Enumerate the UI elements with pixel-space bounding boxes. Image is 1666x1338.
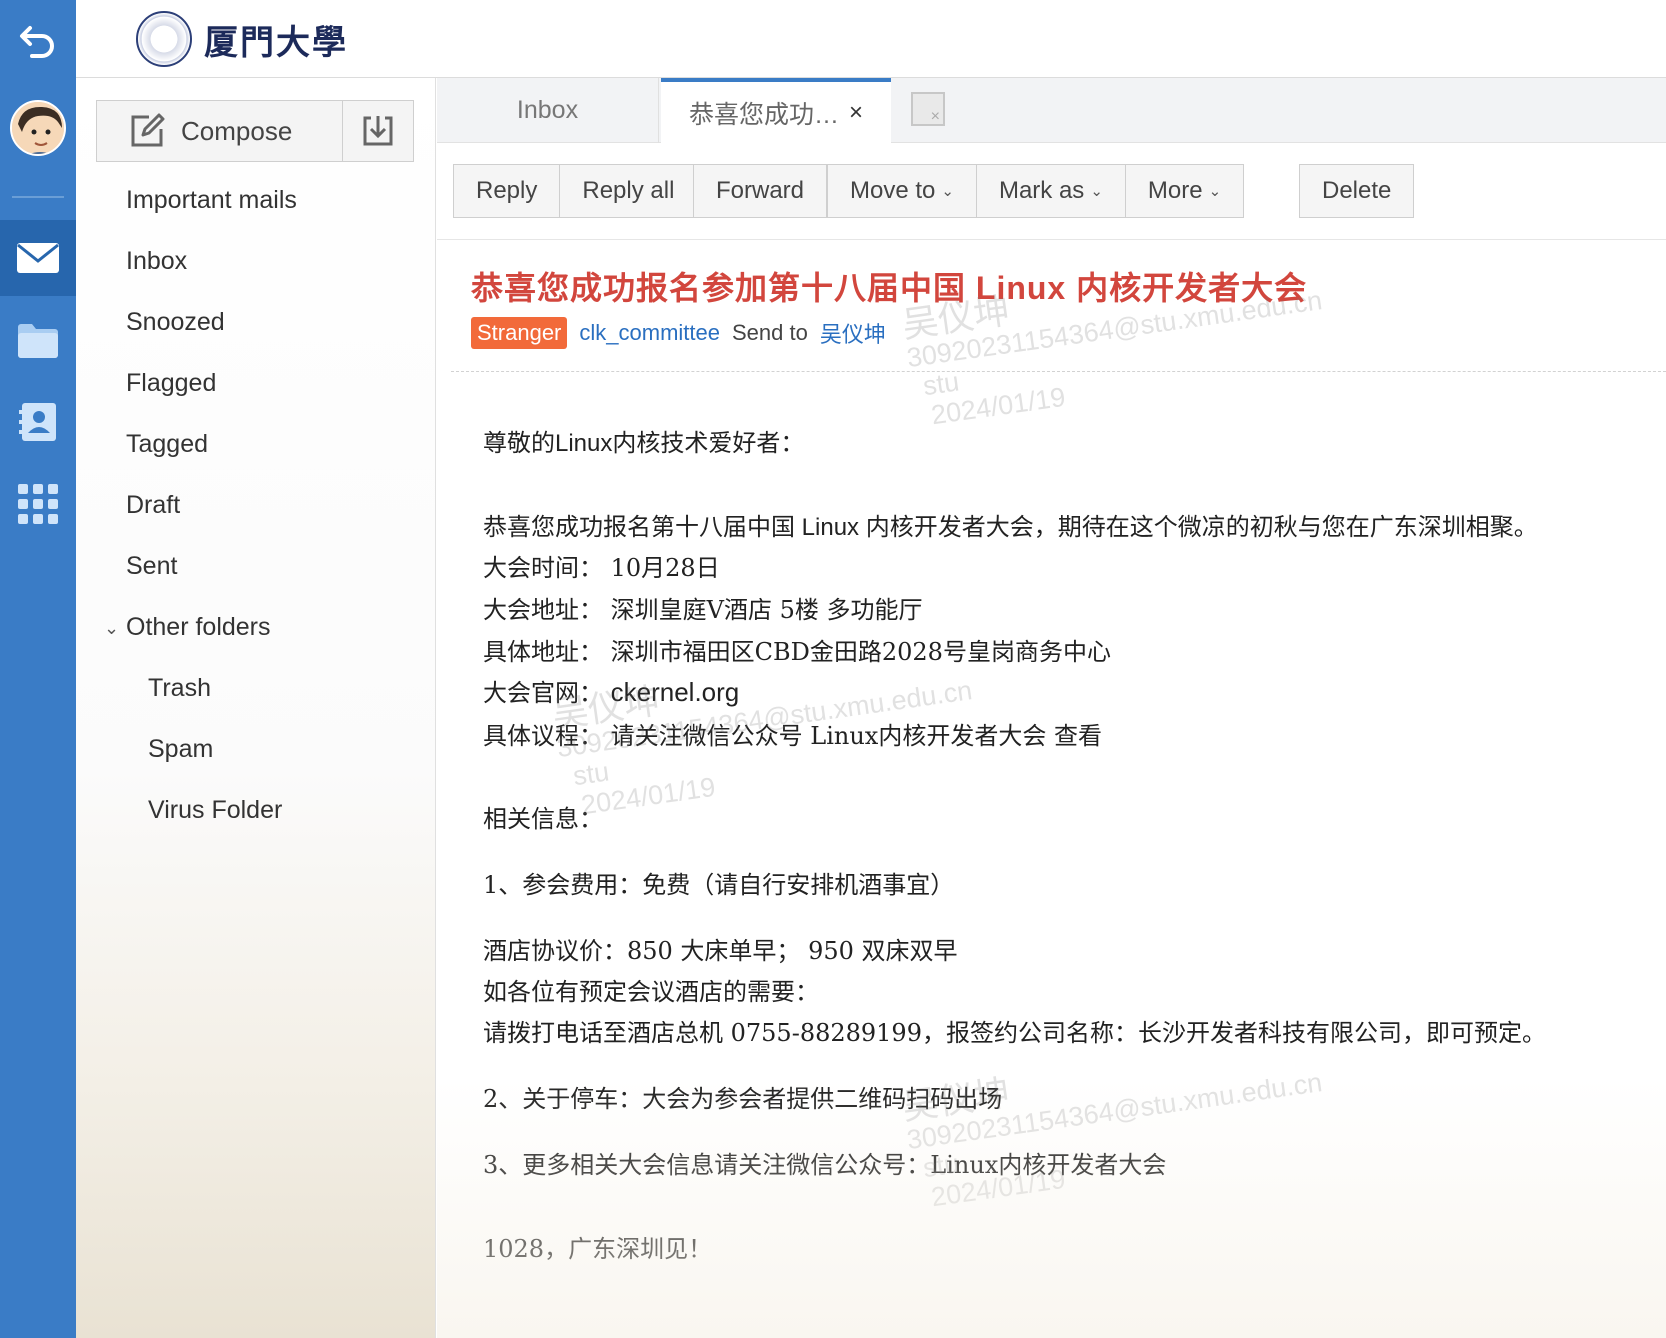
message-meta: Stranger clk_committee Send to 吴仪坤 xyxy=(471,317,886,349)
header-divider xyxy=(451,371,1666,372)
hotel-call-line: 请拨打电话至酒店总机 0755-88289199，报签约公司名称：长沙开发者科技… xyxy=(483,1019,1546,1047)
mail-icon[interactable] xyxy=(0,220,76,296)
watermark-line: stu xyxy=(921,366,961,402)
greeting-line: 尊敬的Linux内核技术爱好者： xyxy=(483,430,805,457)
folder-spam[interactable]: Spam xyxy=(148,735,213,764)
more-button[interactable]: More ⌄ xyxy=(1126,165,1243,217)
venue-line: 大会地址： 深圳皇庭V酒店 5楼 多功能厅 xyxy=(483,596,923,624)
hotel-need-line: 如各位有预定会议酒店的需要： xyxy=(483,978,819,1006)
message-toolbar: Reply Reply all Forward Move to ⌄ Mark as… xyxy=(437,144,1666,240)
download-inbox-button[interactable] xyxy=(343,101,413,161)
chevron-down-icon: ⌄ xyxy=(1208,183,1222,200)
message-subject: 恭喜您成功报名参加第十八届中国 Linux 内核开发者大会 xyxy=(471,270,1308,306)
website-link[interactable]: ckernel.org xyxy=(611,677,740,707)
close-icon[interactable]: × xyxy=(849,99,863,127)
folder-snoozed[interactable]: Snoozed xyxy=(126,308,225,337)
compose-icon xyxy=(131,113,165,147)
compose-button-group: Compose xyxy=(96,100,414,162)
fee-line: 1、参会费用：免费（请自行安排机酒事宜） xyxy=(483,871,955,899)
folder-sent[interactable]: Sent xyxy=(126,552,177,581)
chevron-down-icon: ⌄ xyxy=(1090,183,1103,200)
reply-all-button[interactable]: Reply all xyxy=(560,165,696,217)
compose-button[interactable]: Compose xyxy=(97,101,343,161)
time-line: 大会时间： 10月28日 xyxy=(483,554,720,582)
watermark: 吴仪坤 30920231154364@stu.xmu.edu.cn stu 20… xyxy=(900,1034,1332,1214)
tab-message[interactable]: 恭喜您成功… × xyxy=(661,78,891,143)
send-to-label: Send to xyxy=(731,320,808,345)
tab-message-label: 恭喜您成功… xyxy=(688,100,839,129)
closing-line: 1028，广东深圳见！ xyxy=(483,1235,713,1263)
compose-label: Compose xyxy=(181,115,293,146)
download-icon xyxy=(363,116,393,146)
folder-tagged[interactable]: Tagged xyxy=(126,430,208,459)
folder-flagged[interactable]: Flagged xyxy=(126,369,216,398)
address-line: 具体地址： 深圳市福田区CBD金田路2028号皇岗商务中心 xyxy=(483,638,1111,666)
sender-link[interactable]: clk_committee xyxy=(579,320,720,346)
more-info-line: 3、更多相关大会信息请关注微信公众号：Linux内核开发者大会 xyxy=(483,1151,1167,1179)
mark-as-button[interactable]: Mark as ⌄ xyxy=(977,165,1126,217)
apps-grid-icon[interactable] xyxy=(0,466,76,542)
stranger-badge: Stranger xyxy=(471,317,568,349)
agenda-line: 具体议程： 请关注微信公众号 Linux内核开发者大会 查看 xyxy=(483,722,1102,750)
watermark-line: 2024/01/19 xyxy=(929,381,1068,431)
folder-other[interactable]: Other folders xyxy=(126,613,271,642)
folder-draft[interactable]: Draft xyxy=(126,491,180,520)
actions-group: Move to ⌄ Mark as ⌄ More ⌄ xyxy=(827,164,1245,218)
rail-divider xyxy=(12,196,64,198)
close-all-tabs-icon[interactable] xyxy=(911,92,945,126)
back-icon[interactable] xyxy=(0,2,76,78)
university-logo[interactable]: 厦門大學 xyxy=(112,0,374,78)
website-label: 大会官网： xyxy=(483,679,603,707)
folder-trash[interactable]: Trash xyxy=(148,674,211,703)
website-line: 大会官网： ckernel.org xyxy=(483,673,739,708)
reply-button[interactable]: Reply xyxy=(454,165,561,217)
mark-as-label: Mark as xyxy=(998,177,1085,204)
more-label: More xyxy=(1147,177,1203,204)
parking-line: 2、关于停车：大会为参会者提供二维码扫码出场 xyxy=(483,1085,1003,1113)
top-header: 厦門大學 xyxy=(76,0,1666,78)
tab-inbox[interactable]: Inbox xyxy=(437,78,659,143)
university-seal-icon xyxy=(136,11,192,67)
reply-group: Reply Reply all xyxy=(453,164,698,218)
delete-button[interactable]: Delete xyxy=(1300,165,1413,217)
chevron-down-icon[interactable]: ⌄ xyxy=(104,618,119,639)
related-line: 相关信息： xyxy=(483,805,603,833)
avatar[interactable] xyxy=(10,100,66,156)
logo-text: 厦門大學 xyxy=(204,22,348,63)
recipient-link[interactable]: 吴仪坤 xyxy=(820,317,886,349)
intro-line: 恭喜您成功报名第十八届中国 Linux 内核开发者大会，期待在这个微凉的初秋与您… xyxy=(483,514,1538,541)
forward-group: Forward xyxy=(693,164,828,218)
contacts-icon[interactable] xyxy=(0,384,76,460)
folder-virus[interactable]: Virus Folder xyxy=(148,796,282,825)
hotel-price-line: 酒店协议价：850 大床单早； 950 双床双早 xyxy=(483,937,958,965)
chevron-down-icon: ⌄ xyxy=(941,183,954,200)
move-to-button[interactable]: Move to ⌄ xyxy=(828,165,977,217)
app-rail xyxy=(0,0,76,1338)
folder-inbox[interactable]: Inbox xyxy=(126,247,187,276)
folder-important[interactable]: Important mails xyxy=(126,186,297,215)
folder-sidebar: Compose Important mails Inbox Snoozed Fl… xyxy=(76,78,436,1338)
forward-button[interactable]: Forward xyxy=(694,165,826,217)
tab-bar: Inbox 恭喜您成功… × xyxy=(437,78,1666,143)
move-to-label: Move to xyxy=(850,177,936,204)
delete-group: Delete xyxy=(1299,164,1415,218)
message-view: 恭喜您成功报名参加第十八届中国 Linux 内核开发者大会 Stranger c… xyxy=(437,241,1666,1338)
folder-icon[interactable] xyxy=(0,302,76,378)
